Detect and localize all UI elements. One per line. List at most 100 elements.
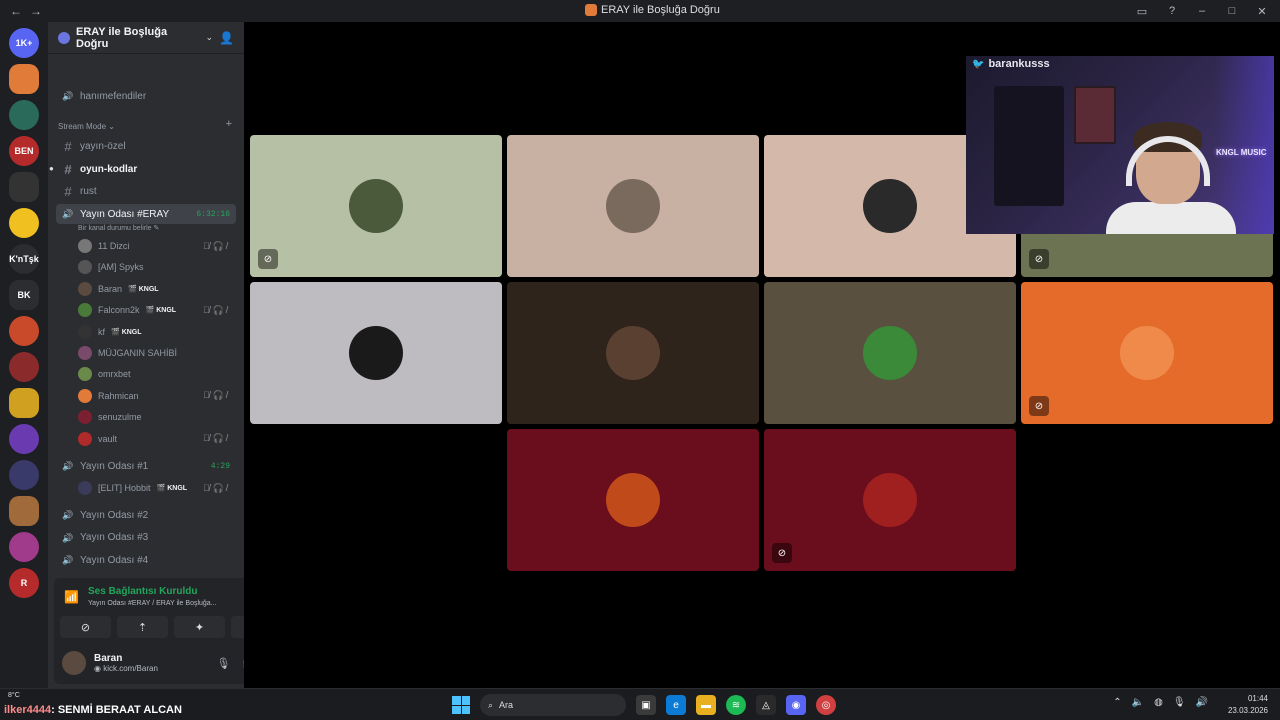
voice-user-name: Falconn2k (98, 305, 140, 316)
server-header[interactable]: ERAY ile Boşluğa Doğru ⌄ 👤 (48, 22, 244, 54)
server-icon[interactable]: BEN (9, 136, 39, 166)
participant-tile[interactable] (764, 282, 1016, 424)
server-icon[interactable] (9, 64, 39, 94)
hash-icon: # (64, 138, 72, 154)
add-channel-icon[interactable]: + (226, 118, 232, 130)
server-icon[interactable] (9, 316, 39, 346)
edge-icon[interactable]: e (666, 695, 686, 715)
help-icon[interactable]: ? (1164, 5, 1180, 17)
windows-start-icon[interactable] (452, 696, 470, 714)
chevron-down-icon: ⌄ (205, 32, 214, 42)
category-stream-mode[interactable]: Stream Mode ⌄ (58, 122, 115, 131)
file-explorer-icon[interactable]: ▬ (696, 695, 716, 715)
server-icon[interactable] (9, 496, 39, 526)
microphone-icon[interactable]: 🎙 (216, 657, 230, 670)
minimize-icon[interactable]: – (1194, 5, 1210, 17)
username: Baran (94, 653, 123, 664)
activities-button[interactable]: ✦ (174, 616, 225, 638)
voice-user[interactable]: Baran 🎬 KNGL (78, 279, 234, 299)
server-icon[interactable]: R (9, 568, 39, 598)
clock[interactable]: 01:44 23.03.2026 (1228, 693, 1268, 717)
server-icon[interactable] (9, 460, 39, 490)
voice-user[interactable]: 11 Dizci 🎙̸🎧̸ (78, 236, 234, 256)
volume-icon[interactable]: 🔈 (1132, 697, 1144, 708)
participant-tile[interactable] (507, 135, 759, 277)
spotify-icon[interactable]: ≋ (726, 695, 746, 715)
speaker-tray-icon[interactable]: 🔊 (1196, 697, 1208, 708)
network-icon[interactable]: ◍ (1154, 697, 1163, 708)
server-icon[interactable]: BK (9, 280, 39, 310)
channel-status[interactable]: Bir kanal durumu belirle ✎ (78, 224, 159, 232)
channel-text-1[interactable]: # oyun-kodlar (56, 159, 236, 179)
app-icon[interactable]: ◬ (756, 695, 776, 715)
avatar (1120, 326, 1174, 380)
close-icon[interactable]: ✕ (1254, 5, 1270, 18)
participant-tile[interactable] (507, 429, 759, 571)
voice-user[interactable]: [AM] Spyks (78, 257, 234, 277)
voice-user[interactable]: Falconn2k 🎬 KNGL 🎙̸🎧̸ (78, 300, 234, 320)
inbox-icon[interactable]: ▭ (1134, 5, 1150, 18)
weather-widget[interactable]: 8°C (8, 692, 20, 699)
participant-tile[interactable]: ⊘ (1021, 282, 1273, 424)
voice-user[interactable]: senuzulme (78, 407, 234, 427)
voice-user[interactable]: MÜJGANIN SAHİBİ (78, 343, 234, 363)
voice-channel[interactable]: 🔊 Yayın Odası #3 (56, 528, 236, 548)
avatar (78, 324, 92, 339)
voice-user[interactable]: [ELIT] Hobbit 🎬 KNGL 🎙̸🎧̸ (78, 478, 234, 498)
voice-channel[interactable]: 🔊 Yayın Odası #4 (56, 550, 236, 570)
voice-channel-eray[interactable]: 🔊 Yayın Odası #ERAY 6:32:16 (56, 204, 236, 224)
taskbar-search[interactable]: ⌕ Ara (480, 694, 626, 716)
category-label: Stream Mode (58, 122, 107, 131)
window-title-text: ERAY ile Boşluğa Doğru (601, 4, 720, 16)
screen-share-button[interactable]: ⇡ (117, 616, 168, 638)
voice-status-sub[interactable]: Yayın Odası #ERAY / ERAY ile Boşluğa... (88, 600, 217, 607)
forward-arrow-icon[interactable]: → (30, 4, 42, 18)
participant-tile[interactable] (507, 282, 759, 424)
server-icon[interactable] (9, 352, 39, 382)
channel-text-0[interactable]: # yayın-özel (56, 136, 236, 156)
voice-user[interactable]: vault 🎙̸🎧̸ (78, 429, 234, 449)
browser-icon[interactable]: ◎ (816, 695, 836, 715)
avatar[interactable] (62, 651, 86, 675)
discord-icon[interactable]: ◉ (786, 695, 806, 715)
chevron-up-icon[interactable]: ⌃ (1113, 697, 1121, 708)
signal-icon[interactable]: 📶 (64, 590, 79, 604)
server-icon[interactable] (9, 424, 39, 454)
channel-hanimefendiler[interactable]: 🔊 hanımefendiler (56, 86, 236, 106)
voice-user[interactable]: Rahmican 🎙̸🎧̸ (78, 386, 234, 406)
microphone-tray-icon[interactable]: 🎙 (1173, 697, 1186, 708)
maximize-icon[interactable]: □ (1224, 5, 1240, 17)
channel-label: Yayın Odası #3 (80, 532, 149, 544)
voice-user[interactable]: omrxbet (78, 364, 234, 384)
channel-label: Yayın Odası #1 (80, 460, 149, 472)
server-icon[interactable] (9, 532, 39, 562)
channel-text-2[interactable]: # rust (56, 181, 236, 201)
speaker-icon: 🔊 (62, 555, 74, 566)
server-icon[interactable] (9, 100, 39, 130)
voice-status[interactable]: Ses Bağlantısı Kuruldu (88, 586, 197, 597)
user-tag: 🎬 KNGL (111, 328, 142, 336)
server-icon[interactable]: 1K+ (9, 28, 39, 58)
camera-button[interactable]: ⊘ (60, 616, 111, 638)
server-name: ERAY ile Boşluğa Doğru (76, 25, 168, 50)
invite-icon[interactable]: 👤 (219, 31, 234, 45)
participant-tile[interactable]: ⊘ (250, 135, 502, 277)
voice-channel[interactable]: 🔊 Yayın Odası #2 (56, 505, 236, 525)
voice-user-name: MÜJGANIN SAHİBİ (98, 348, 178, 358)
task-view-icon[interactable]: ▣ (636, 695, 656, 715)
deafened-icon: ⊘ (772, 543, 792, 563)
participant-tile[interactable] (250, 282, 502, 424)
avatar (606, 326, 660, 380)
user-info[interactable]: Baran ◉ kick.com/Baran (94, 653, 158, 673)
channel-sidebar: ERAY ile Boşluğa Doğru ⌄ 👤 🔊 hanımefendi… (48, 22, 286, 688)
server-icon[interactable] (9, 388, 39, 418)
participant-tile[interactable]: ⊘ (764, 429, 1016, 571)
server-icon[interactable] (9, 208, 39, 238)
voice-channel-1[interactable]: 🔊 Yayın Odası #1 4:29 (56, 456, 236, 476)
server-icon[interactable]: K'nTşk (9, 244, 39, 274)
muted-deafened-icon: 🎙̸🎧̸ (203, 390, 230, 401)
clock-time: 01:44 (1247, 694, 1268, 703)
voice-user[interactable]: kf 🎬 KNGL (78, 322, 234, 342)
server-icon[interactable] (9, 172, 39, 202)
back-arrow-icon[interactable]: ← (10, 4, 22, 18)
